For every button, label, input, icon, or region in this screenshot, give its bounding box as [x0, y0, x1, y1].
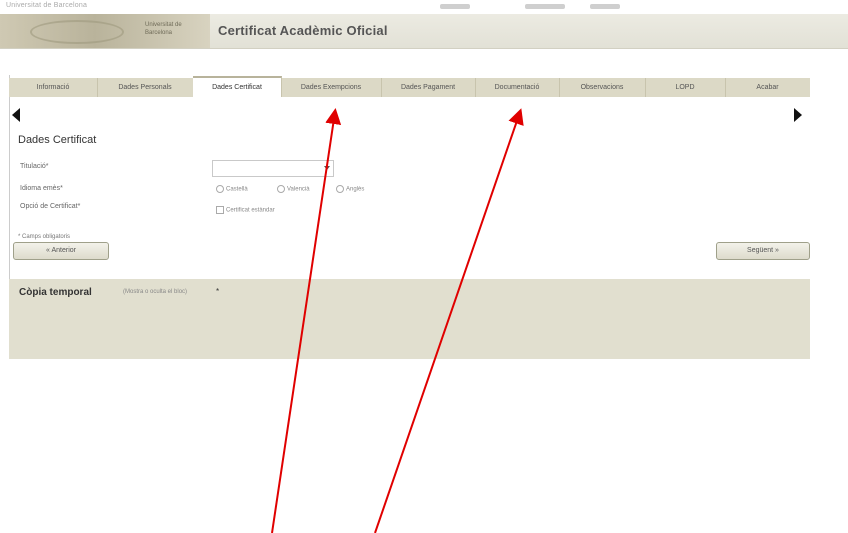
annotation-arrow-documentacio — [374, 108, 524, 533]
annotation-arrow-exempcions — [271, 108, 342, 533]
annotation-arrows — [271, 108, 524, 533]
